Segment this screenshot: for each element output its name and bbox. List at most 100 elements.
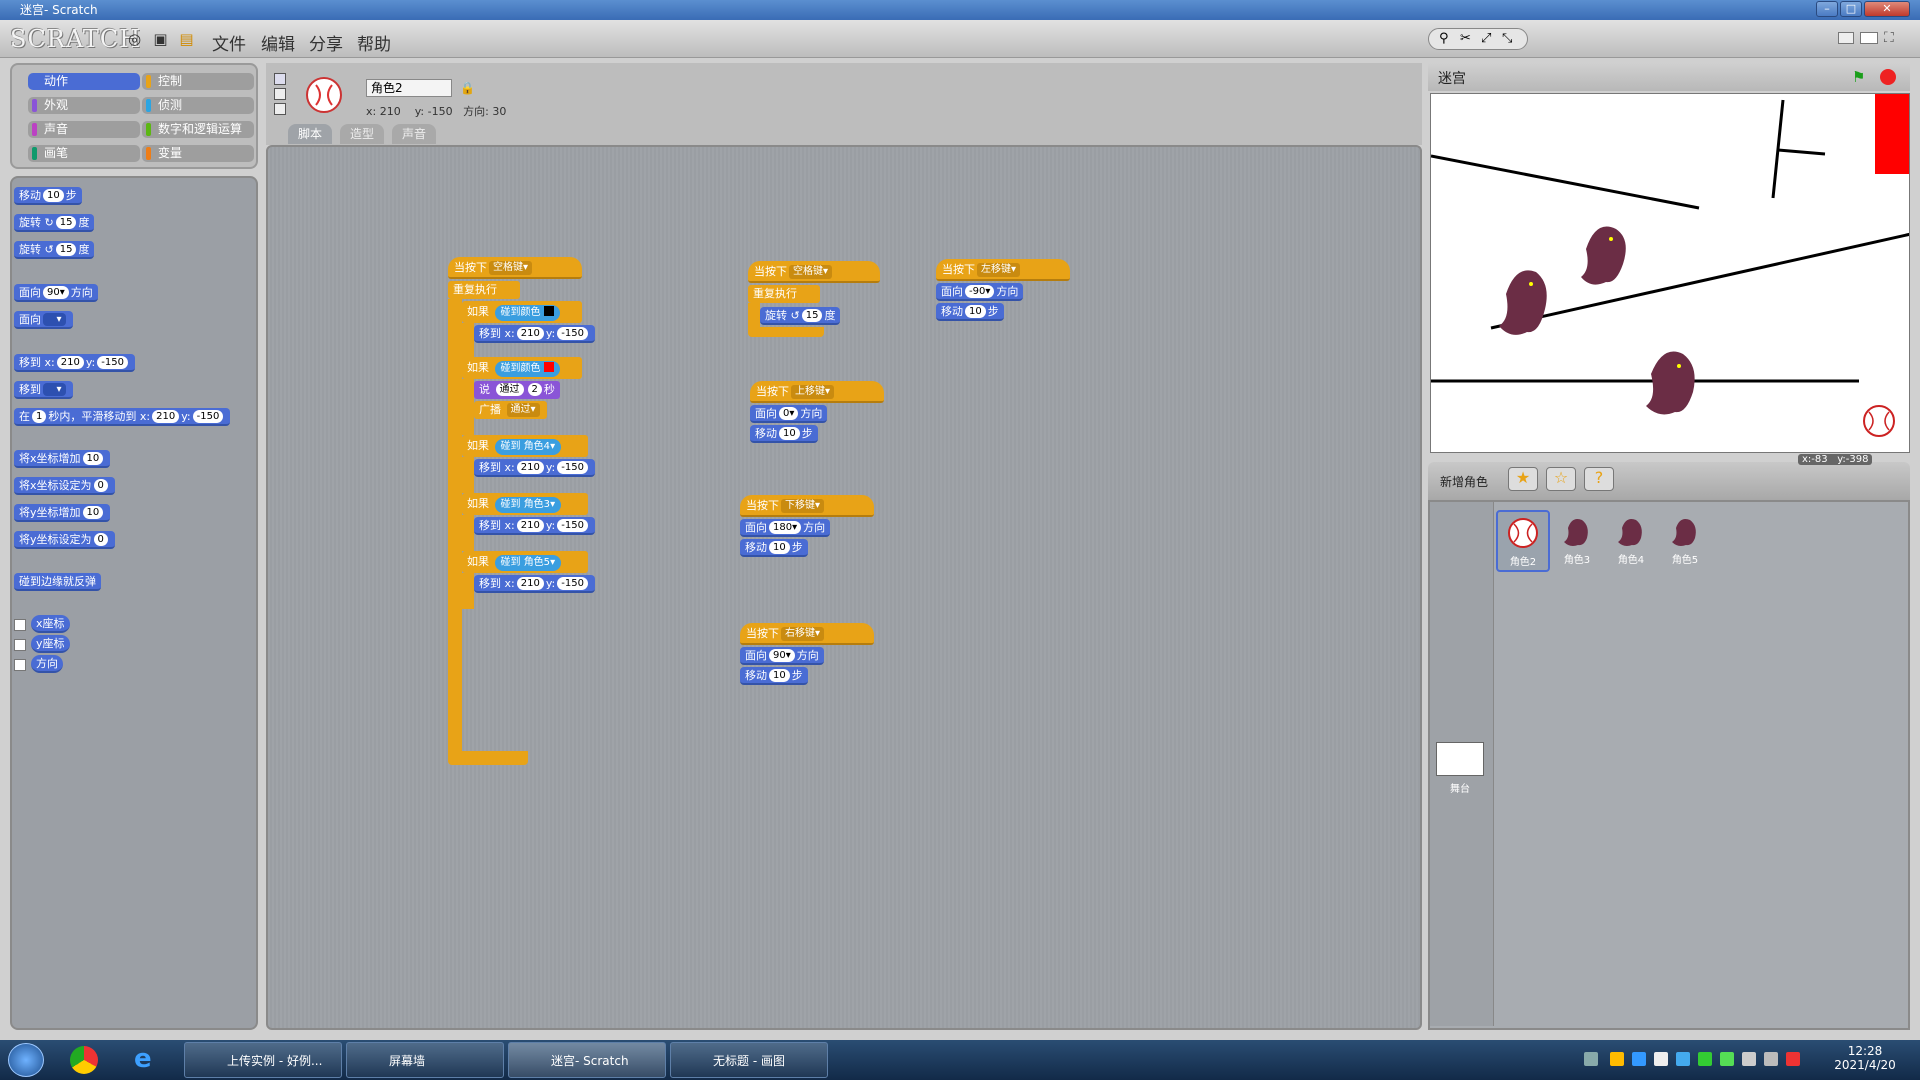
clock[interactable]: 12:28 2021/4/20 (1830, 1044, 1900, 1072)
block-glide[interactable]: 在 1 秒内，平滑移动到 x: 210 y: -150 (14, 408, 231, 426)
reporter-ypos[interactable]: y座标 (31, 635, 70, 653)
block-goto-xy[interactable]: 移到 x: 210 y: -150 (14, 354, 135, 372)
tray-icon[interactable] (1676, 1052, 1690, 1066)
hat-block-up[interactable]: 当按下 上移键▾ (750, 381, 884, 403)
stage-thumbnail[interactable] (1436, 742, 1484, 776)
block-set-x[interactable]: 将x坐标设定为 0 (14, 477, 115, 495)
block-goto-xy-1[interactable]: 移到 x: 210 y: -150 (474, 325, 595, 343)
block-move-steps[interactable]: 移动 10 步 (14, 187, 82, 205)
block-bounce[interactable]: 碰到边缘就反弹 (14, 573, 101, 591)
block-broadcast[interactable]: 广播 通过▾ (474, 401, 547, 419)
forever-block-main[interactable]: 重复执行 (448, 281, 520, 299)
block-point-up[interactable]: 面向 0▾ 方向 (750, 405, 828, 423)
tray-icon[interactable] (1698, 1052, 1712, 1066)
tray-icon[interactable] (1654, 1052, 1668, 1066)
duplicate-icon[interactable]: ⚲ (1439, 31, 1449, 46)
stop-icon[interactable] (1880, 69, 1896, 85)
paint-sprite-icon[interactable]: ★ (1508, 467, 1538, 491)
block-point-down[interactable]: 面向 180▾ 方向 (740, 519, 831, 537)
maximize-button[interactable]: □ (1840, 1, 1862, 17)
chrome-icon[interactable] (70, 1046, 98, 1074)
tray-icon[interactable] (1720, 1052, 1734, 1066)
checkbox-xpos[interactable] (14, 619, 26, 631)
network-icon[interactable] (1764, 1052, 1778, 1066)
category-sensing[interactable]: 侦测 (142, 97, 254, 114)
shrink-icon[interactable]: ⤡ (1502, 31, 1512, 46)
tab-sounds[interactable]: 声音 (392, 124, 437, 144)
hat-block-space-spin[interactable]: 当按下 空格键▾ (748, 261, 880, 283)
block-turn-left[interactable]: 旋转 ↺ 15 度 (14, 241, 95, 259)
start-button[interactable] (8, 1043, 44, 1077)
sprite-name-field[interactable]: 角色2 (366, 79, 452, 97)
sprite-thumb-4[interactable]: 角色4 (1604, 510, 1658, 572)
hat-block-left[interactable]: 当按下 左移键▾ (936, 259, 1070, 281)
normal-stage-icon[interactable] (1860, 32, 1878, 44)
block-goto[interactable]: 移到 ▾ (14, 381, 73, 399)
block-goto-xy-4[interactable]: 移到 x: 210 y: -150 (474, 575, 595, 593)
sprite-thumb-5[interactable]: 角色5 (1658, 510, 1712, 572)
block-move-left[interactable]: 移动 10 步 (936, 303, 1004, 321)
hat-block-down[interactable]: 当按下 下移键▾ (740, 495, 874, 517)
block-move-right[interactable]: 移动 10 步 (740, 667, 808, 685)
tray-icon[interactable] (1584, 1052, 1598, 1066)
if-touch-sprite3[interactable]: 如果 碰到 角色3▾ (462, 493, 588, 515)
lock-icon[interactable]: 🔒 (460, 81, 475, 95)
minimize-button[interactable]: – (1816, 1, 1838, 17)
choose-sprite-icon[interactable]: ☆ (1546, 467, 1576, 491)
ie-icon[interactable]: e (134, 1044, 152, 1074)
hat-block-space-main[interactable]: 当按下 空格键▾ (448, 257, 582, 279)
block-change-x[interactable]: 将x坐标增加 10 (14, 450, 111, 468)
rotate-style-lr-icon[interactable] (274, 88, 286, 100)
green-flag-icon[interactable]: ⚑ (1852, 68, 1865, 86)
random-sprite-icon[interactable]: ? (1584, 467, 1614, 491)
task-paint[interactable]: 无标题 - 画图 (670, 1042, 828, 1078)
category-pen[interactable]: 画笔 (28, 145, 140, 162)
if-touch-red[interactable]: 如果 碰到颜色 (462, 357, 582, 379)
menu-edit[interactable]: 编辑 (261, 30, 295, 55)
if-touch-black[interactable]: 如果 碰到颜色 (462, 301, 582, 323)
block-goto-xy-2[interactable]: 移到 x: 210 y: -150 (474, 459, 595, 477)
tray-icon[interactable] (1786, 1052, 1800, 1066)
rotate-style-none-icon[interactable] (274, 103, 286, 115)
if-touch-sprite4[interactable]: 如果 碰到 角色4▾ (462, 435, 588, 457)
sprite-thumb-3[interactable]: 角色3 (1550, 510, 1604, 572)
block-say-secs[interactable]: 说 通过 2 秒 (474, 381, 560, 399)
category-motion[interactable]: 动作 (28, 73, 140, 90)
menu-file[interactable]: 文件 (212, 30, 246, 55)
category-control[interactable]: 控制 (142, 73, 254, 90)
volume-icon[interactable] (1742, 1052, 1756, 1066)
sprite-thumb-2[interactable]: 角色2 (1496, 510, 1550, 572)
block-set-y[interactable]: 将y坐标设定为 0 (14, 531, 115, 549)
block-point-right[interactable]: 面向 90▾ 方向 (740, 647, 824, 665)
small-stage-icon[interactable] (1838, 32, 1854, 44)
menu-share[interactable]: 分享 (309, 30, 343, 55)
globe-icon[interactable]: ◎ (126, 31, 143, 48)
checkbox-ypos[interactable] (14, 639, 26, 651)
category-operators[interactable]: 数字和逻辑运算 (142, 121, 254, 138)
tray-icon[interactable] (1610, 1052, 1624, 1066)
hat-block-right[interactable]: 当按下 右移键▾ (740, 623, 874, 645)
stage-canvas[interactable] (1430, 93, 1910, 453)
reporter-direction[interactable]: 方向 (31, 655, 63, 673)
grow-icon[interactable]: ⤢ (1481, 31, 1491, 46)
delete-icon[interactable]: ✂ (1460, 31, 1471, 46)
block-turn-spin[interactable]: 旋转 ↺ 15 度 (760, 307, 841, 325)
share-icon[interactable]: ▤ (178, 31, 195, 48)
task-screen-wall[interactable]: 屏幕墙 (346, 1042, 504, 1078)
tab-scripts[interactable]: 脚本 (288, 124, 333, 144)
reporter-xpos[interactable]: x座标 (31, 615, 70, 633)
category-sound[interactable]: 声音 (28, 121, 140, 138)
block-move-up[interactable]: 移动 10 步 (750, 425, 818, 443)
block-point-towards[interactable]: 面向 ▾ (14, 311, 73, 329)
task-scratch[interactable]: 迷宫- Scratch (508, 1042, 666, 1078)
close-button[interactable]: ✕ (1864, 1, 1910, 17)
scripts-area[interactable]: 当按下 空格键▾ 重复执行 如果 碰到颜色 移到 x: 210 y: -150 如果 碰… (266, 145, 1422, 1030)
block-turn-right[interactable]: 旋转 ↻ 15 度 (14, 214, 95, 232)
category-looks[interactable]: 外观 (28, 97, 140, 114)
tray-icon[interactable] (1632, 1052, 1646, 1066)
save-icon[interactable]: ▣ (152, 31, 169, 48)
block-point-left[interactable]: 面向 -90▾ 方向 (936, 283, 1024, 301)
forever-block-spin[interactable]: 重复执行 (748, 285, 820, 303)
task-upload[interactable]: 上传实例 - 好例... (184, 1042, 342, 1078)
rotate-style-full-icon[interactable] (274, 73, 286, 85)
